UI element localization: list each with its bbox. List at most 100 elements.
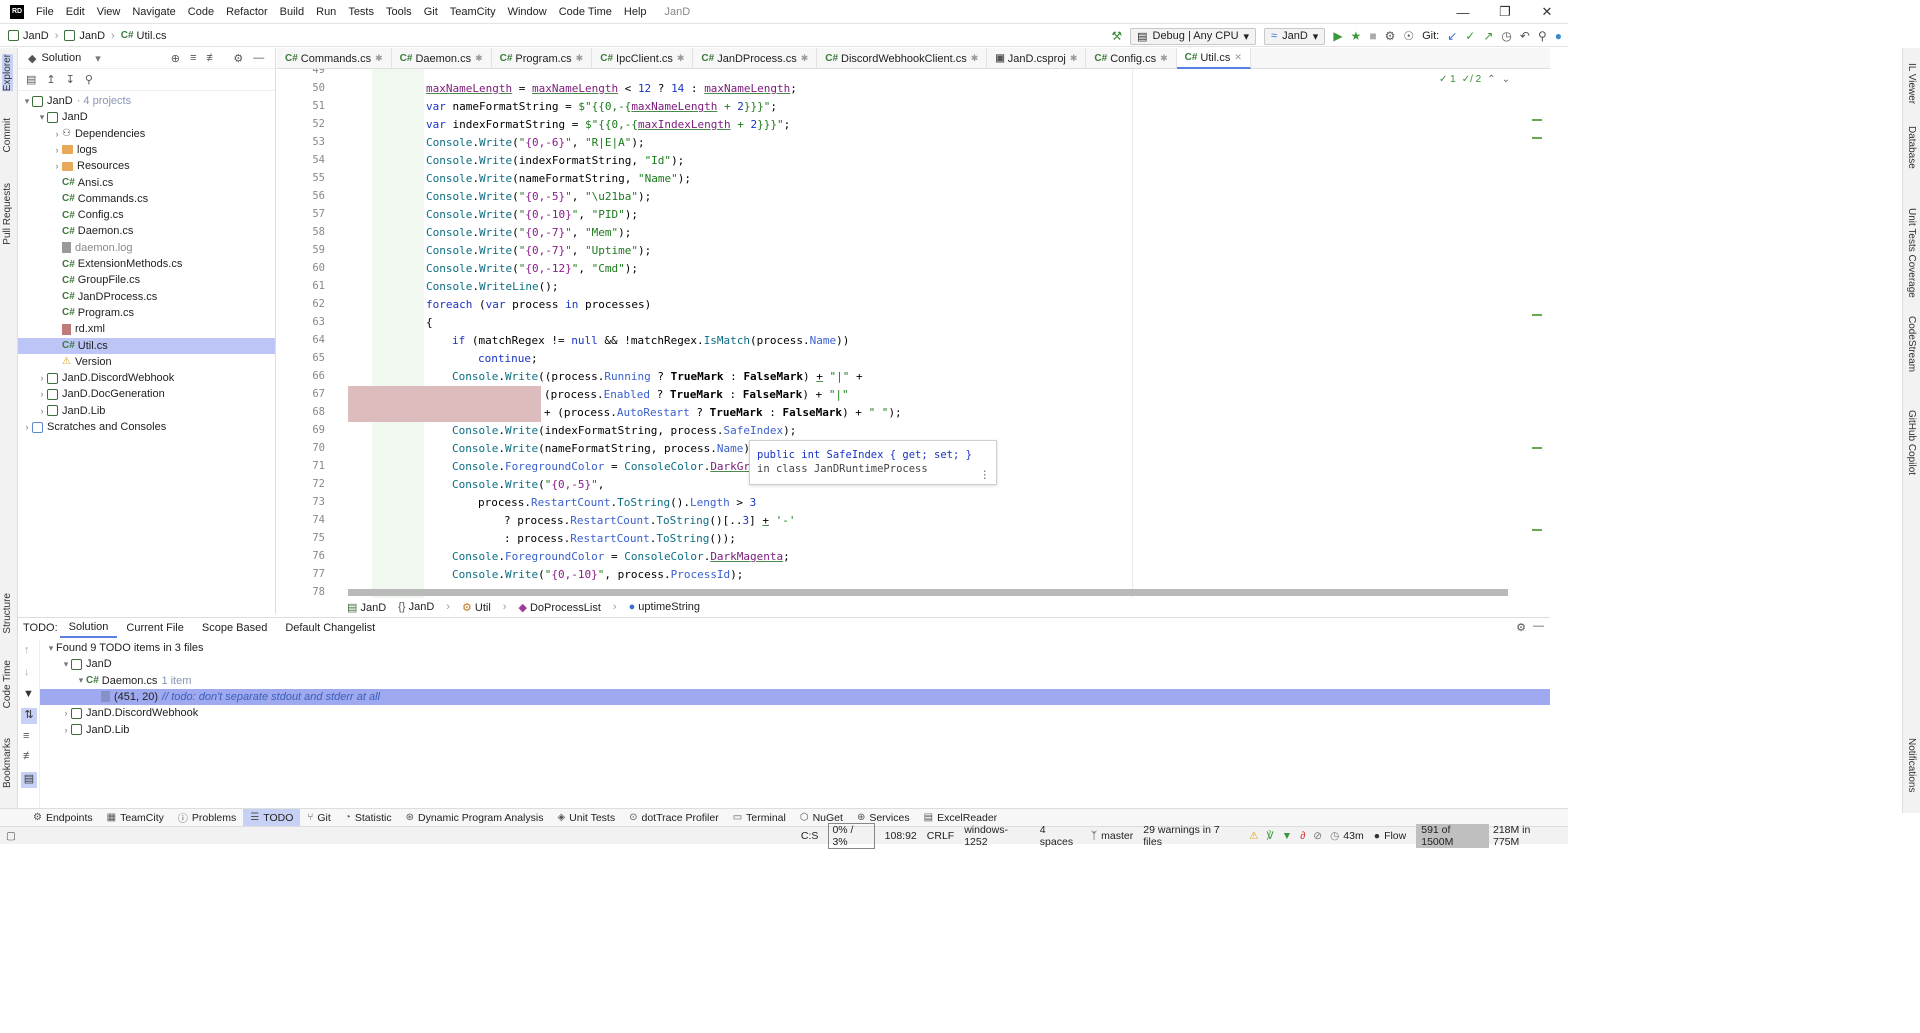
git-commit-icon[interactable]: ✓ <box>1465 29 1475 43</box>
menu-build[interactable]: Build <box>280 6 304 18</box>
restore-icon[interactable]: ❐ <box>1484 4 1526 20</box>
chevron-right-icon[interactable]: › <box>37 389 47 399</box>
search-icon[interactable]: ⚲ <box>1538 29 1547 43</box>
collapse-all-icon[interactable]: ≢ <box>23 750 34 762</box>
git-push-icon[interactable]: ↗ <box>1483 29 1493 43</box>
tool-tab-unit-tests-coverage[interactable]: Unit Tests Coverage <box>1906 208 1917 298</box>
horizontal-scrollbar[interactable] <box>348 589 1508 596</box>
chevron-down-icon[interactable]: ▾ <box>46 643 56 654</box>
menu-refactor[interactable]: Refactor <box>226 6 268 18</box>
update-icon[interactable]: ● <box>1555 29 1562 43</box>
tool-tab-code-time[interactable]: Code Time <box>2 660 13 708</box>
build-config-select[interactable]: ▤ Debug | Any CPU ▾ <box>1130 27 1257 45</box>
gear-icon[interactable]: ⚙ <box>233 52 243 65</box>
tree-item[interactable]: rd.xml <box>18 321 275 337</box>
tool-window-terminal[interactable]: ▭ Terminal <box>726 809 793 827</box>
show-all-files-icon[interactable]: ▤ <box>26 73 36 86</box>
tree-item[interactable]: › ⚇ Dependencies <box>18 126 275 142</box>
tool-window-teamcity[interactable]: ▦ TeamCity <box>100 809 171 827</box>
tool-tab-il-viewer[interactable]: IL Viewer <box>1906 63 1917 104</box>
layout-icon[interactable]: ▢ <box>6 830 16 842</box>
todo-item[interactable]: › JanD.Lib <box>40 722 1550 738</box>
status-line-separator[interactable]: CRLF <box>927 830 954 842</box>
chevron-right-icon[interactable]: › <box>61 708 71 718</box>
coverage-icon[interactable]: ⚙ <box>1385 29 1396 43</box>
tool-window-git[interactable]: ⑂ Git <box>300 809 337 827</box>
editor-tab[interactable]: C# Program.cs ✱ <box>492 48 593 69</box>
status-lang[interactable]: C:S <box>801 830 819 842</box>
arrow-up-icon[interactable]: ↑ <box>24 644 30 656</box>
status-memory-indicator[interactable]: 591 of 1500M <box>1416 823 1489 848</box>
git-rollback-icon[interactable]: ↶ <box>1520 29 1530 43</box>
minimize-icon[interactable]: — <box>1442 5 1484 20</box>
status-flow[interactable]: Flow <box>1384 830 1406 842</box>
editor-tab[interactable]: C# Config.cs ✱ <box>1086 48 1177 69</box>
status-warnings[interactable]: 29 warnings in 7 files <box>1143 824 1239 848</box>
inspect-icon[interactable]: ℣ <box>1267 830 1274 842</box>
code-editor[interactable]: 49 50 51 52 53 54 55 56 57 58 59 60 61 62 63 64 65 66 67 68… <box>277 69 1550 598</box>
todo-item[interactable]: (451, 20)// todo: don't separate stdout … <box>40 688 1550 705</box>
menu-teamcity[interactable]: TeamCity <box>450 6 496 18</box>
tree-item[interactable]: C# Ansi.cs <box>18 175 275 191</box>
chevron-down-icon[interactable]: ▾ <box>37 112 47 123</box>
todo-item[interactable]: ▾ JanD <box>40 656 1550 672</box>
status-code-time[interactable]: 43m <box>1343 830 1363 842</box>
git-history-icon[interactable]: ◷ <box>1501 29 1511 43</box>
run-config-select[interactable]: ≈ JanD ▾ <box>1264 27 1326 45</box>
crumb-method[interactable]: ◆ DoProcessList <box>518 601 600 614</box>
sort-up-icon[interactable]: ↥ <box>46 73 55 86</box>
status-coverage[interactable]: 0% / 3% <box>828 822 875 849</box>
tool-window-problems[interactable]: ⓘ Problems <box>171 809 243 827</box>
block-icon[interactable]: ⊘ <box>1313 830 1322 842</box>
tree-item[interactable]: › Resources <box>18 158 275 174</box>
todo-item[interactable]: ▾ Found 9 TODO items in 3 files <box>40 640 1550 656</box>
pin-icon[interactable]: ✱ <box>475 53 483 64</box>
chevron-right-icon[interactable]: › <box>37 373 47 383</box>
chevron-right-icon[interactable]: › <box>22 422 32 432</box>
pulse-icon[interactable]: ∂ <box>1300 830 1305 842</box>
tree-item[interactable]: ⚠ Version <box>18 354 275 370</box>
pin-icon[interactable]: ✱ <box>576 53 584 64</box>
pin-icon[interactable]: ✱ <box>375 53 383 64</box>
status-branch[interactable]: ᛉ master <box>1091 830 1133 842</box>
tool-tab-notifications[interactable]: Notifications <box>1906 738 1917 792</box>
editor-tab[interactable]: C# DiscordWebhookClient.cs ✱ <box>817 48 988 69</box>
chevron-down-icon[interactable]: ⌄ <box>1502 74 1510 85</box>
pin-icon[interactable]: ✱ <box>971 53 979 64</box>
tree-item[interactable]: C# ExtensionMethods.cs <box>18 256 275 272</box>
tree-item[interactable]: ▾ JanD · 4 projects <box>18 93 275 109</box>
stop-icon[interactable]: ■ <box>1369 29 1376 43</box>
tool-tab-commit[interactable]: Commit <box>2 118 13 152</box>
chevron-up-icon[interactable]: ⌃ <box>1487 74 1495 85</box>
search-icon[interactable]: ⚲ <box>85 73 93 86</box>
menu-window[interactable]: Window <box>508 6 547 18</box>
expand-all-icon[interactable]: ≡ <box>23 730 29 742</box>
tool-window-statistic[interactable]: ◔ Statistic <box>338 809 399 827</box>
crumb-variable[interactable]: ● uptimeString <box>629 601 700 613</box>
tree-item[interactable]: C# Commands.cs <box>18 191 275 207</box>
pin-icon[interactable]: ✱ <box>1070 53 1078 64</box>
menu-tests[interactable]: Tests <box>348 6 374 18</box>
status-encoding[interactable]: windows-1252 <box>964 824 1030 848</box>
close-icon[interactable]: ✕ <box>1234 52 1242 63</box>
chevron-down-icon[interactable]: ▾ <box>76 675 86 686</box>
chevron-right-icon[interactable]: › <box>61 725 71 735</box>
todo-tab-scope-based[interactable]: Scope Based <box>193 618 276 638</box>
crumb-class[interactable]: ⚙ Util <box>462 601 491 614</box>
todo-item[interactable]: ▾ C# Daemon.cs 1 item <box>40 673 1550 689</box>
tool-window-dottrace[interactable]: ⊙ dotTrace Profiler <box>622 809 726 827</box>
menu-code[interactable]: Code <box>188 6 214 18</box>
pin-icon[interactable]: ✱ <box>1160 53 1168 64</box>
editor-tab[interactable]: C# JanDProcess.cs ✱ <box>693 48 818 69</box>
editor-tab[interactable]: C# Commands.cs ✱ <box>277 48 392 69</box>
nav-crumb-solution[interactable]: JanD <box>8 30 49 42</box>
hammer-icon[interactable]: ⚒ <box>1111 29 1122 43</box>
chevron-right-icon[interactable]: › <box>52 129 62 139</box>
tree-item[interactable]: C# Program.cs <box>18 305 275 321</box>
tool-window-unit-tests[interactable]: ◈ Unit Tests <box>550 809 622 827</box>
crumb-project[interactable]: ▤ JanD <box>347 601 386 614</box>
menu-help[interactable]: Help <box>624 6 647 18</box>
expand-all-icon[interactable]: ≡ <box>190 52 196 64</box>
tool-window-endpoints[interactable]: ⚙ Endpoints <box>26 809 100 827</box>
editor-tab[interactable]: ▣ JanD.csproj ✱ <box>987 48 1087 69</box>
